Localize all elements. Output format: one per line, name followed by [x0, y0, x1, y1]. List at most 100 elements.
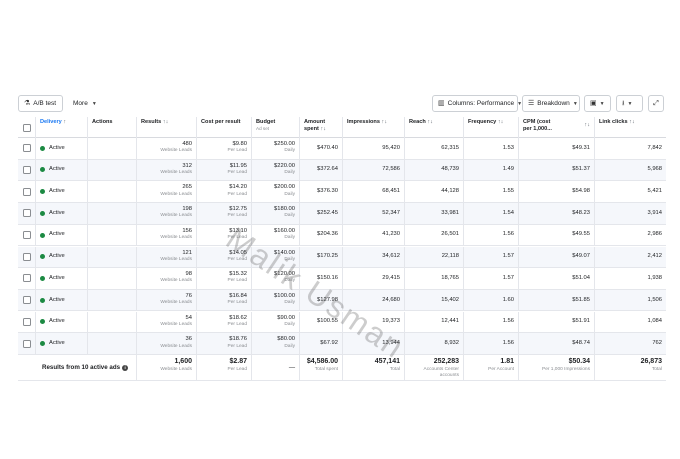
row-checkbox[interactable] — [22, 339, 31, 348]
summary-label: Results from 10 active ads — [42, 363, 121, 371]
frequency-cell: 1.49 — [464, 159, 519, 181]
summary-results: 1,600 Website Leads — [137, 355, 197, 380]
status-label: Active — [49, 339, 65, 346]
row-select-cell — [18, 333, 36, 354]
delivery-cell: Active — [36, 268, 88, 289]
sort-icon: ↑↓ — [427, 119, 433, 125]
col-cost-per-result[interactable]: Cost per result — [197, 117, 252, 138]
col-impressions[interactable]: Impressions ↑↓ — [343, 117, 405, 138]
budget-cell[interactable]: $180.00 Daily — [252, 203, 300, 224]
status-dot — [40, 275, 45, 281]
expand-button[interactable]: ⤢ — [648, 95, 664, 112]
table-row[interactable]: Active 480 Website Leads $9.80 Per Lead $250.… — [18, 138, 666, 160]
budget-cell[interactable]: $80.00 Daily — [252, 333, 300, 354]
actions-cell[interactable] — [88, 138, 137, 159]
results-cell: 265 Website Leads — [137, 181, 197, 202]
summary-row: Results from 10 active ads i 1,600 Websi… — [18, 355, 666, 381]
actions-cell[interactable] — [88, 311, 137, 333]
reach-cell: 33,981 — [405, 203, 464, 224]
table-row[interactable]: Active 36 Website Leads $18.76 Per Lead $80.0… — [18, 333, 666, 355]
breakdown-button[interactable]: ☰ Breakdown ▼ — [522, 95, 580, 112]
more-button[interactable]: More ▼ — [73, 95, 97, 112]
summary-reach: 252,283 Accounts Center accounts — [405, 355, 464, 380]
row-checkbox[interactable] — [22, 317, 31, 326]
actions-cell[interactable] — [88, 289, 137, 311]
status-dot — [40, 232, 45, 238]
results-cell: 480 Website Leads — [137, 138, 197, 159]
info-icon[interactable]: i — [122, 364, 129, 371]
budget-cell[interactable]: $200.00 Daily — [252, 181, 300, 202]
impressions-cell: 41,230 — [343, 224, 405, 246]
col-cpm[interactable]: CPM (cost per 1,000... ↑↓ — [519, 117, 595, 138]
status-label: Active — [49, 296, 65, 303]
table-row[interactable]: Active 98 Website Leads $15.32 Per Lead $120.… — [18, 268, 666, 290]
col-frequency[interactable]: Frequency ↑↓ — [464, 117, 519, 138]
link-clicks-cell: 762 — [652, 339, 662, 346]
sort-icon: ↑↓ — [320, 125, 327, 132]
reach-cell: 22,118 — [405, 246, 464, 268]
col-actions[interactable]: Actions — [88, 117, 137, 138]
actions-cell[interactable] — [88, 246, 137, 268]
row-checkbox[interactable] — [22, 209, 31, 218]
frequency-cell: 1.54 — [464, 203, 519, 224]
table-row[interactable]: Active 156 Website Leads $13.10 Per Lead $160… — [18, 224, 666, 247]
status-label: Active — [49, 318, 65, 325]
budget-cell[interactable]: $250.00 Daily — [252, 138, 300, 159]
results-cell: 121 Website Leads — [137, 246, 197, 268]
budget-cell[interactable]: $90.00 Daily — [252, 311, 300, 333]
status-label: Active — [49, 253, 65, 260]
actions-cell[interactable] — [88, 268, 137, 289]
amount-spent-cell: $204.36 — [300, 224, 343, 246]
status-dot — [40, 341, 45, 347]
row-checkbox[interactable] — [22, 231, 31, 240]
results-cell: 36 Website Leads — [137, 333, 197, 354]
cpm-cell: $49.07 — [519, 246, 595, 268]
table-row[interactable]: Active 121 Website Leads $14.05 Per Lead $140… — [18, 246, 666, 269]
sort-icon: ↑↓ — [162, 119, 169, 125]
reports-button[interactable]: ▣ ▼ — [584, 95, 611, 112]
col-results[interactable]: Results ↑↓ — [137, 117, 197, 138]
status-dot — [40, 167, 45, 173]
col-budget[interactable]: Budget Ad set — [252, 117, 300, 138]
cpm-cell: $54.98 — [519, 181, 595, 202]
row-checkbox[interactable] — [22, 144, 31, 153]
budget-cell[interactable]: $220.00 Daily — [252, 159, 300, 181]
row-checkbox[interactable] — [22, 274, 31, 283]
reach-cell: 62,315 — [405, 138, 464, 159]
select-all-checkbox[interactable] — [22, 123, 31, 132]
table-row[interactable]: Active 312 Website Leads $11.95 Per Lead $220… — [18, 159, 666, 182]
columns-button[interactable]: ▥ Columns: Performance ▼ — [432, 95, 522, 112]
row-checkbox[interactable] — [22, 252, 31, 261]
row-checkbox[interactable] — [22, 187, 31, 196]
col-reach[interactable]: Reach ↑↓ — [405, 117, 464, 138]
sort-icon: ↑↓ — [629, 119, 635, 125]
row-checkbox[interactable] — [22, 296, 31, 305]
breakdown-icon: ☰ — [528, 100, 535, 107]
actions-cell[interactable] — [88, 333, 137, 354]
columns-icon: ▥ — [438, 100, 445, 107]
actions-cell[interactable] — [88, 224, 137, 246]
export-button[interactable]: ⭳ ▼ — [616, 95, 643, 112]
amount-spent-cell: $470.40 — [300, 138, 343, 159]
results-cell: 76 Website Leads — [137, 289, 197, 311]
row-checkbox[interactable] — [22, 165, 31, 174]
col-delivery[interactable]: Delivery ↑ — [36, 117, 88, 138]
table-row[interactable]: Active 265 Website Leads $14.20 Per Lead $200… — [18, 181, 666, 203]
delivery-cell: Active — [36, 181, 88, 202]
actions-cell[interactable] — [88, 203, 137, 224]
cpm-cell: $51.37 — [519, 159, 595, 181]
cost-per-result-cell: $11.95 Per Lead — [197, 159, 252, 181]
cpm-cell: $48.23 — [519, 203, 595, 224]
status-dot — [40, 319, 45, 325]
col-amount-spent[interactable]: Amount spent ↑↓ — [300, 117, 343, 138]
col-link-clicks[interactable]: Link clicks ↑↓ — [595, 117, 666, 138]
actions-cell[interactable] — [88, 181, 137, 202]
table-row[interactable]: Active 198 Website Leads $12.75 Per Lead $180… — [18, 203, 666, 225]
status-dot — [40, 145, 45, 151]
actions-cell[interactable] — [88, 159, 137, 181]
cpm-cell: $48.74 — [519, 333, 595, 354]
cpm-cell: $51.91 — [519, 311, 595, 333]
ab-test-button[interactable]: ⚗ A/B test — [18, 95, 63, 112]
chevron-down-icon: ▼ — [599, 100, 605, 107]
reach-cell: 8,932 — [405, 333, 464, 354]
